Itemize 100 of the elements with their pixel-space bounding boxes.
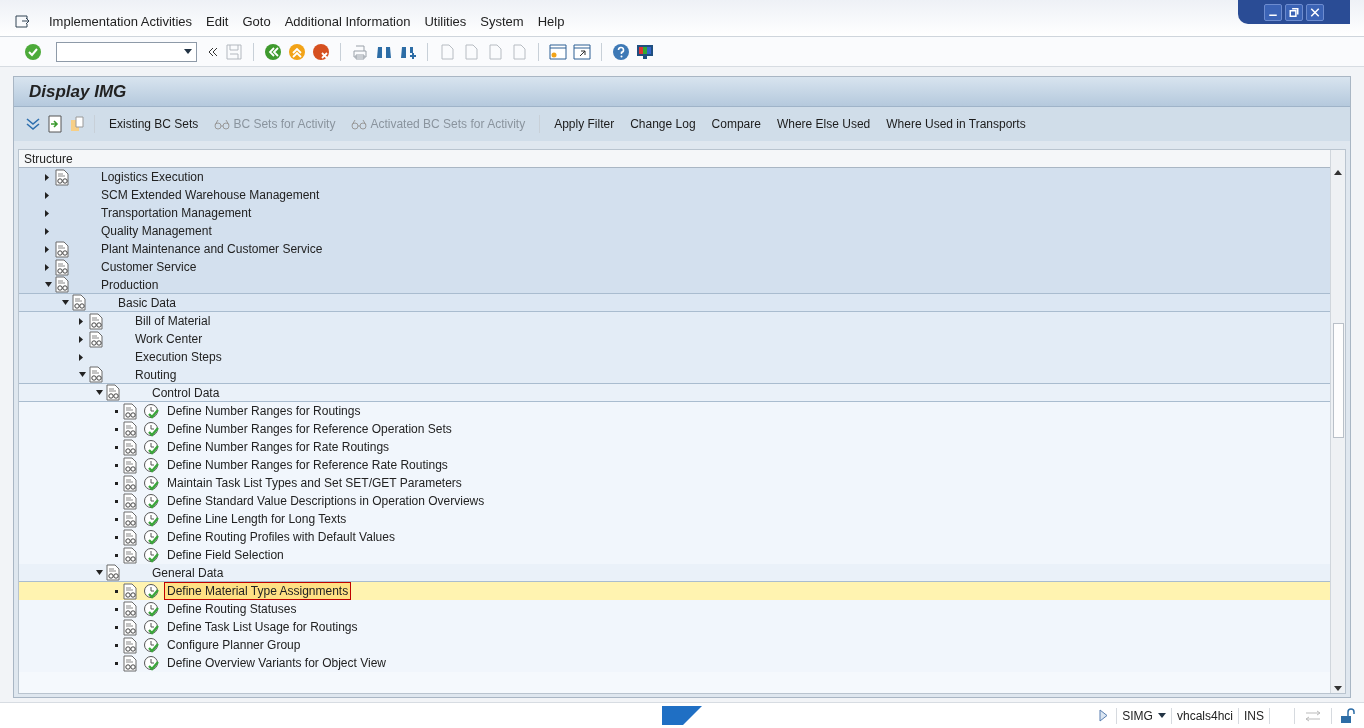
shortcut-icon[interactable] [573, 42, 591, 61]
dropdown-caret-icon[interactable] [184, 49, 192, 54]
bullet-icon [115, 517, 118, 521]
minimize-icon[interactable] [1264, 3, 1282, 21]
double-chevron-icon[interactable] [207, 45, 219, 58]
expanded-triangle-icon[interactable] [96, 390, 103, 395]
tree-row[interactable]: Control Data [19, 384, 1330, 402]
scrollbar[interactable] [1330, 150, 1345, 693]
toolbar-button[interactable]: Existing BC Sets [103, 113, 205, 135]
document-glasses-icon [55, 276, 70, 293]
tree-row[interactable]: Define Field Selection [19, 546, 1330, 564]
clock-check-icon [143, 636, 160, 654]
tree-row[interactable]: Define Material Type Assignments [19, 582, 1330, 600]
document-glasses-icon [123, 636, 138, 654]
tree-row[interactable]: Define Line Length for Long Texts [19, 510, 1330, 528]
transaction-code: SIMG [1121, 707, 1154, 725]
padlock-icon[interactable] [1340, 707, 1356, 724]
collapsed-triangle-icon[interactable] [79, 353, 83, 361]
document-glasses-icon [123, 528, 138, 546]
glasses-icon [214, 118, 232, 130]
expanded-triangle-icon[interactable] [96, 570, 103, 575]
tree-row[interactable]: Configure Planner Group [19, 636, 1330, 654]
expanded-triangle-icon[interactable] [62, 300, 69, 305]
toolbar-button[interactable]: Compare [705, 113, 767, 135]
tree-row[interactable]: Routing [19, 366, 1330, 384]
bullet-icon [115, 661, 118, 665]
document-glasses-icon [123, 420, 138, 438]
tree-item-label: General Data [151, 564, 225, 581]
help-icon[interactable] [612, 42, 630, 61]
tree-row[interactable]: Define Number Ranges for Reference Operation Sets [19, 420, 1330, 438]
toolbar-button[interactable]: Where Else Used [770, 113, 877, 135]
tree-row[interactable]: Define Number Ranges for Rate Routings [19, 438, 1330, 456]
back-icon[interactable] [264, 42, 282, 61]
document-glasses-icon [123, 582, 138, 600]
tree-row[interactable]: Quality Management [19, 222, 1330, 240]
play-triangle-icon[interactable] [1099, 709, 1109, 722]
clock-check-icon [143, 456, 160, 474]
clock-check-icon [143, 600, 160, 618]
menu-item[interactable]: Help [530, 11, 572, 31]
menu-item[interactable]: Additional Information [277, 11, 418, 31]
collapsed-triangle-icon[interactable] [45, 209, 49, 217]
enter-check-icon[interactable] [24, 42, 42, 61]
expanded-triangle-icon[interactable] [45, 282, 52, 287]
scroll-down-icon[interactable] [1334, 686, 1342, 691]
tree-row[interactable]: Define Routing Statuses [19, 600, 1330, 618]
expanded-triangle-icon[interactable] [79, 372, 86, 377]
menu-item[interactable]: Utilities [417, 11, 474, 31]
tree-row[interactable]: SCM Extended Warehouse Management [19, 186, 1330, 204]
collapsed-triangle-icon[interactable] [79, 335, 83, 343]
document-glasses-icon [123, 546, 138, 564]
document-glasses-icon [89, 312, 104, 330]
toolbar-button[interactable]: Change Log [624, 113, 702, 135]
tree-row[interactable]: Basic Data [19, 294, 1330, 312]
tree-item-label: Bill of Material [134, 313, 212, 329]
tree-row[interactable]: Production [19, 276, 1330, 294]
screen-title: Display IMG [29, 80, 127, 103]
tree-row[interactable]: General Data [19, 564, 1330, 582]
collapsed-triangle-icon[interactable] [45, 245, 49, 253]
toolbar-button[interactable]: Where Used in Transports [880, 113, 1032, 135]
collapsed-triangle-icon[interactable] [79, 317, 83, 325]
tree-row[interactable]: Define Task List Usage for Routings [19, 618, 1330, 636]
close-icon[interactable] [1306, 3, 1324, 21]
tree-item-label: Define Number Ranges for Reference Rate Routings [166, 457, 449, 473]
restore-icon[interactable] [1285, 3, 1303, 21]
tree-row[interactable]: Customer Service [19, 258, 1330, 276]
tree-item-label: Plant Maintenance and Customer Service [100, 241, 324, 257]
tree-item-label: Configure Planner Group [166, 637, 302, 653]
tree-row[interactable]: Define Number Ranges for Routings [19, 402, 1330, 420]
menu-item[interactable]: Edit [199, 11, 236, 31]
tree-row[interactable]: Define Overview Variants for Object View [19, 654, 1330, 672]
collapsed-triangle-icon[interactable] [45, 227, 49, 235]
tree-row[interactable]: Define Routing Profiles with Default Values [19, 528, 1330, 546]
menu-item[interactable]: Implementation Activities [42, 11, 200, 31]
document-glasses-icon [106, 564, 121, 581]
tree-row[interactable]: Bill of Material [19, 312, 1330, 330]
tree-row[interactable]: Plant Maintenance and Customer Service [19, 240, 1330, 258]
cancel-icon[interactable] [312, 42, 330, 61]
tree-row[interactable]: Define Standard Value Descriptions in Operation Overviews [19, 492, 1330, 510]
tree-row[interactable]: Maintain Task List Types and Set SET/GET Parameters [19, 474, 1330, 492]
new-session-icon[interactable] [549, 42, 567, 61]
tree-row[interactable]: Execution Steps [19, 348, 1330, 366]
tree-item-label: Define Standard Value Descriptions in Operation Overviews [166, 493, 486, 509]
tree-row[interactable]: Transportation Management [19, 204, 1330, 222]
monitor-icon[interactable] [636, 42, 654, 61]
collapsed-triangle-icon[interactable] [45, 173, 49, 181]
tree-row[interactable]: Work Center [19, 330, 1330, 348]
collapsed-triangle-icon[interactable] [45, 263, 49, 271]
tree-row[interactable]: Logistics Execution [19, 168, 1330, 186]
expand-all-icon[interactable] [24, 116, 42, 132]
command-field[interactable] [56, 41, 197, 62]
tree-row[interactable]: Define Number Ranges for Reference Rate Routings [19, 456, 1330, 474]
scrollbar-thumb[interactable] [1332, 323, 1344, 438]
toolbar-button[interactable]: Apply Filter [548, 113, 621, 135]
collapsed-triangle-icon[interactable] [45, 191, 49, 199]
menu-icon[interactable] [15, 15, 30, 28]
sap-logo-icon [662, 706, 702, 725]
scroll-up-icon[interactable] [1334, 170, 1342, 175]
menu-item[interactable]: Goto [235, 11, 278, 31]
dropdown-caret-icon[interactable] [1157, 713, 1166, 718]
menu-item[interactable]: System [473, 11, 531, 31]
